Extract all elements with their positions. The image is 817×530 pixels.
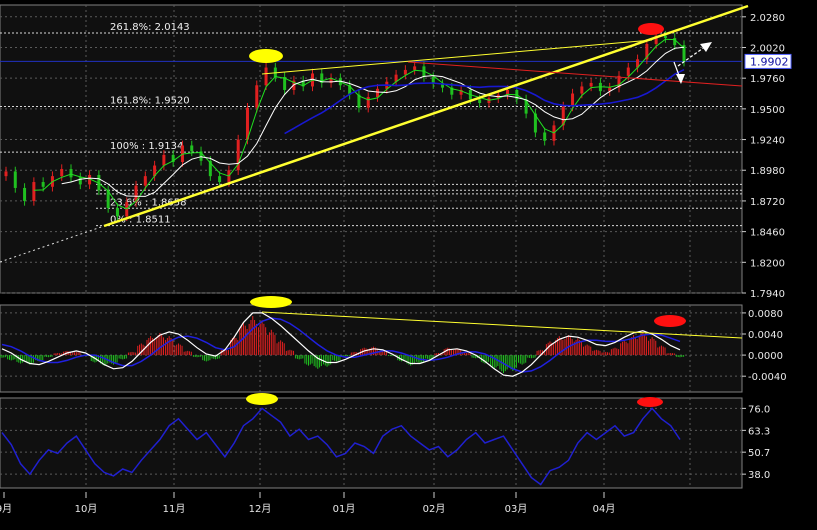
candle-body: [663, 35, 667, 39]
fib-level-label: 100% : 1.9134: [110, 141, 183, 152]
macd-tick-label: 0.0040: [748, 330, 783, 341]
price-tick-label: 1.8200: [750, 258, 785, 269]
candle-body: [403, 69, 407, 75]
peak-highlight-yellow: [250, 296, 292, 308]
stock-chart: 2.0280 2.0020 1.9760 1.9500 1.9240 1.8980 1.87…: [0, 0, 817, 525]
candle-body: [4, 171, 8, 177]
candle-body: [60, 169, 64, 177]
candle-body: [571, 93, 575, 107]
price-tick-label: 2.0280: [750, 13, 785, 24]
x-axis-label: 9月: [0, 503, 12, 515]
price-tick-label: 1.8980: [750, 166, 785, 177]
rsi-tick-label: 38.0: [748, 470, 770, 481]
price-tick-label: 1.8460: [750, 228, 785, 239]
price-tick-label: 1.9500: [750, 105, 785, 116]
candle-body: [69, 169, 73, 178]
peak-highlight-yellow: [246, 393, 278, 405]
candle-body: [13, 171, 17, 188]
candle-body: [162, 154, 166, 166]
x-axis-label: 03月: [505, 503, 528, 515]
candle-body: [589, 82, 593, 87]
price-tick-label: 1.9240: [750, 136, 785, 147]
peak-highlight-yellow: [249, 49, 283, 63]
x-axis-strip: [0, 492, 817, 525]
peak-highlight-red: [638, 23, 664, 35]
peak-highlight-red: [654, 315, 686, 327]
macd-tick-label: 0.0080: [748, 309, 783, 320]
candle-body: [32, 182, 36, 201]
candle-body: [543, 132, 547, 141]
x-axis-label: 04月: [593, 503, 616, 515]
x-axis-label: 02月: [423, 503, 446, 515]
price-tick-label: 2.0020: [750, 43, 785, 54]
price-tick-label: 1.9760: [750, 74, 785, 85]
candle-body: [190, 145, 194, 152]
candle-body: [115, 208, 119, 217]
fib-level-label: 161.8%: 1.9520: [110, 96, 190, 107]
current-price-label: 1.9902: [750, 55, 789, 68]
x-axis-label: 11月: [163, 503, 186, 515]
rsi-tick-label: 50.7: [748, 448, 770, 459]
chart-canvas: 2.0280 2.0020 1.9760 1.9500 1.9240 1.8980 1.87…: [0, 4, 817, 525]
x-axis-label: 10月: [75, 503, 98, 515]
candle-body: [376, 88, 380, 98]
macd-tick-label: -0.0040: [748, 372, 787, 383]
rsi-tick-label: 76.0: [748, 404, 770, 415]
peak-highlight-red: [637, 397, 663, 407]
candle-body: [264, 67, 268, 86]
x-axis-label: 12月: [249, 503, 272, 515]
candle-body: [255, 85, 259, 108]
candle-body: [478, 99, 482, 103]
candle-body: [23, 187, 27, 201]
rsi-tick-label: 63.3: [748, 426, 770, 437]
candle-body: [580, 86, 584, 94]
candle-body: [626, 67, 630, 76]
candle-body: [218, 176, 222, 183]
candle-body: [413, 66, 417, 70]
fib-level-label: 261.8%: 2.0143: [110, 22, 190, 33]
candle-body: [366, 97, 370, 108]
macd-tick-label: 0.0000: [748, 351, 783, 362]
price-tick-label: 1.8720: [750, 197, 785, 208]
candle-body: [143, 176, 147, 186]
x-axis-label: 01月: [333, 503, 356, 515]
candle-body: [78, 177, 82, 185]
price-tick-label: 1.7940: [750, 289, 785, 300]
candle-body: [41, 182, 45, 187]
